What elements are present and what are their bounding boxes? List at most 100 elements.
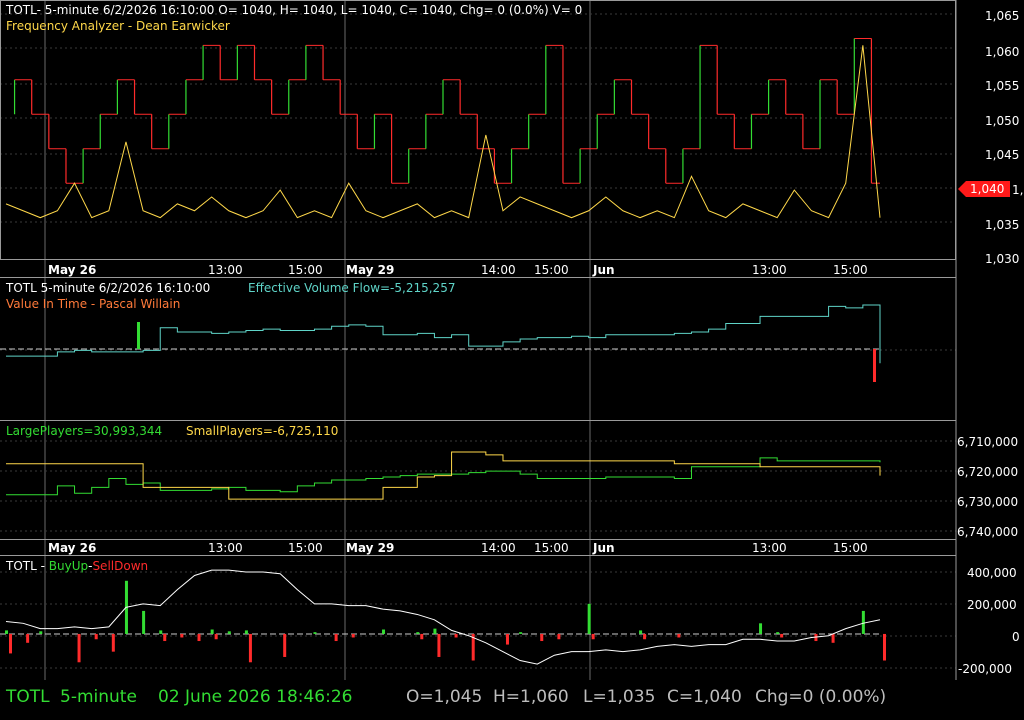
selldown-bar xyxy=(540,633,544,642)
buyup-bar xyxy=(210,629,214,634)
selldown-bar xyxy=(454,633,458,638)
selldown-bar xyxy=(163,633,167,642)
selldown-bar xyxy=(420,633,424,640)
selldown-bar xyxy=(883,633,886,661)
selldown-bar xyxy=(557,633,561,640)
players-y-axis: 6,710,000 6,720,000 6,730,000 6,740,000 xyxy=(957,435,1018,539)
y-tick-label: 1,055 xyxy=(985,79,1019,93)
time-label: 13:00 xyxy=(208,541,243,555)
selldown-bar xyxy=(334,633,338,642)
price-header: TOTL- 5-minute 6/2/2026 16:10:00 O= 1040… xyxy=(5,3,582,17)
selldown-bar xyxy=(77,633,81,663)
time-label: 14:00 xyxy=(481,263,516,277)
buyup-bar xyxy=(227,631,231,634)
y-tick-label: 1,060 xyxy=(985,45,1019,59)
y-tick-label: 1,065 xyxy=(985,9,1019,23)
buyup-bar xyxy=(382,629,386,634)
y-tick-label: 0 xyxy=(1012,630,1020,644)
status-low: L=1,035 xyxy=(583,687,656,707)
buyup-bar xyxy=(159,630,163,634)
time-label: 15:00 xyxy=(534,541,569,555)
y-tick-label: 1,050 xyxy=(985,114,1019,128)
buyup-bar xyxy=(244,630,248,634)
time-label: 13:00 xyxy=(752,263,787,277)
time-label: 15:00 xyxy=(288,541,323,555)
large-players-label: LargePlayers=30,993,344 xyxy=(6,424,162,438)
status-bar: TOTL 5-minute 02 June 2026 18:46:26 O=1,… xyxy=(0,680,1024,720)
selldown-bar xyxy=(780,633,784,638)
price-tag: 1,040 xyxy=(958,181,1010,197)
date-label: May 29 xyxy=(346,263,394,277)
status-change: Chg=0 (0.00%) xyxy=(755,687,887,707)
small-players-label: SmallPlayers=-6,725,110 xyxy=(186,424,338,438)
time-label: 13:00 xyxy=(752,541,787,555)
selldown-bar xyxy=(643,633,647,640)
selldown-bar xyxy=(283,633,287,657)
date-label: May 26 xyxy=(48,263,96,277)
buyup-bar xyxy=(416,632,420,634)
buyup-bar xyxy=(313,632,317,634)
y-tick-label: 1,040 xyxy=(1012,183,1024,197)
selldown-bar xyxy=(437,633,441,657)
volume-indicator-title: Value In Time - Pascal Willain xyxy=(6,297,180,311)
selldown-bar xyxy=(248,633,252,663)
date-label: May 29 xyxy=(346,541,394,555)
buyup-y-axis: 400,000 200,000 0 -200,000 xyxy=(958,566,1020,676)
selldown-bar xyxy=(831,633,835,643)
price-tag-label: 1,040 xyxy=(970,182,1004,196)
panel-frames xyxy=(0,0,957,680)
volume-bar xyxy=(137,322,140,349)
time-axis-top: May 26 13:00 15:00 May 29 14:00 15:00 Ju… xyxy=(48,263,868,277)
players-line xyxy=(6,451,881,500)
selldown-bar xyxy=(214,633,218,640)
selldown-bar xyxy=(505,633,509,645)
y-tick-label: 200,000 xyxy=(967,598,1017,612)
buyup-bar xyxy=(39,631,43,634)
y-tick-label: 1,045 xyxy=(985,148,1019,162)
y-tick-label: 6,740,000 xyxy=(957,525,1018,539)
selldown-bar xyxy=(111,633,115,652)
selldown-bar xyxy=(26,633,30,643)
time-label: 15:00 xyxy=(534,263,569,277)
y-tick-label: 1,030 xyxy=(985,252,1019,266)
grid xyxy=(0,0,956,680)
selldown-bar xyxy=(197,633,201,642)
buyup-bar xyxy=(759,623,763,634)
time-label: 15:00 xyxy=(833,541,868,555)
y-tick-label: -200,000 xyxy=(958,662,1012,676)
date-label: Jun xyxy=(592,541,615,555)
buyup-selldown-title: TOTL - BuyUp-SellDown xyxy=(5,559,148,573)
selldown-bar xyxy=(351,633,355,638)
buyup-bar xyxy=(861,610,865,634)
volume-header: TOTL 5-minute 6/2/2026 16:10:00 xyxy=(5,281,210,295)
price-indicator-title: Frequency Analyzer - Dean Earwicker xyxy=(6,19,230,33)
time-label: 15:00 xyxy=(288,263,323,277)
status-datetime: 02 June 2026 18:46:26 xyxy=(158,687,353,707)
y-tick-label: 1,035 xyxy=(985,218,1019,232)
selldown-bar xyxy=(180,633,184,638)
buyup-bar xyxy=(587,603,591,634)
selldown-bar xyxy=(9,633,12,654)
volume-flow-value: Effective Volume Flow=-5,215,257 xyxy=(248,281,455,295)
buyup-bar xyxy=(5,630,8,634)
chart-canvas[interactable]: TOTL- 5-minute 6/2/2026 16:10:00 O= 1040… xyxy=(0,0,1024,680)
y-tick-label: 6,720,000 xyxy=(957,465,1018,479)
date-label: Jun xyxy=(592,263,615,277)
date-label: May 26 xyxy=(48,541,96,555)
status-open: O=1,045 xyxy=(406,687,483,707)
y-tick-label: 6,730,000 xyxy=(957,495,1018,509)
buyup-bar xyxy=(142,610,146,634)
price-y-axis: 1,065 1,060 1,055 1,050 1,045 1,040 1,03… xyxy=(985,9,1024,266)
status-high: H=1,060 xyxy=(493,687,569,707)
time-label: 13:00 xyxy=(208,263,243,277)
status-symbol: TOTL xyxy=(6,687,50,707)
time-label: 15:00 xyxy=(833,263,868,277)
status-close: C=1,040 xyxy=(667,687,742,707)
buyup-bar xyxy=(639,630,643,634)
selldown-bar xyxy=(591,633,595,640)
time-axis-middle: May 26 13:00 15:00 May 29 14:00 15:00 Ju… xyxy=(48,541,868,555)
y-tick-label: 6,710,000 xyxy=(957,435,1018,449)
buyup-selldown-line xyxy=(5,569,881,665)
buyup-bar xyxy=(776,632,780,634)
buyup-bar xyxy=(433,628,437,634)
